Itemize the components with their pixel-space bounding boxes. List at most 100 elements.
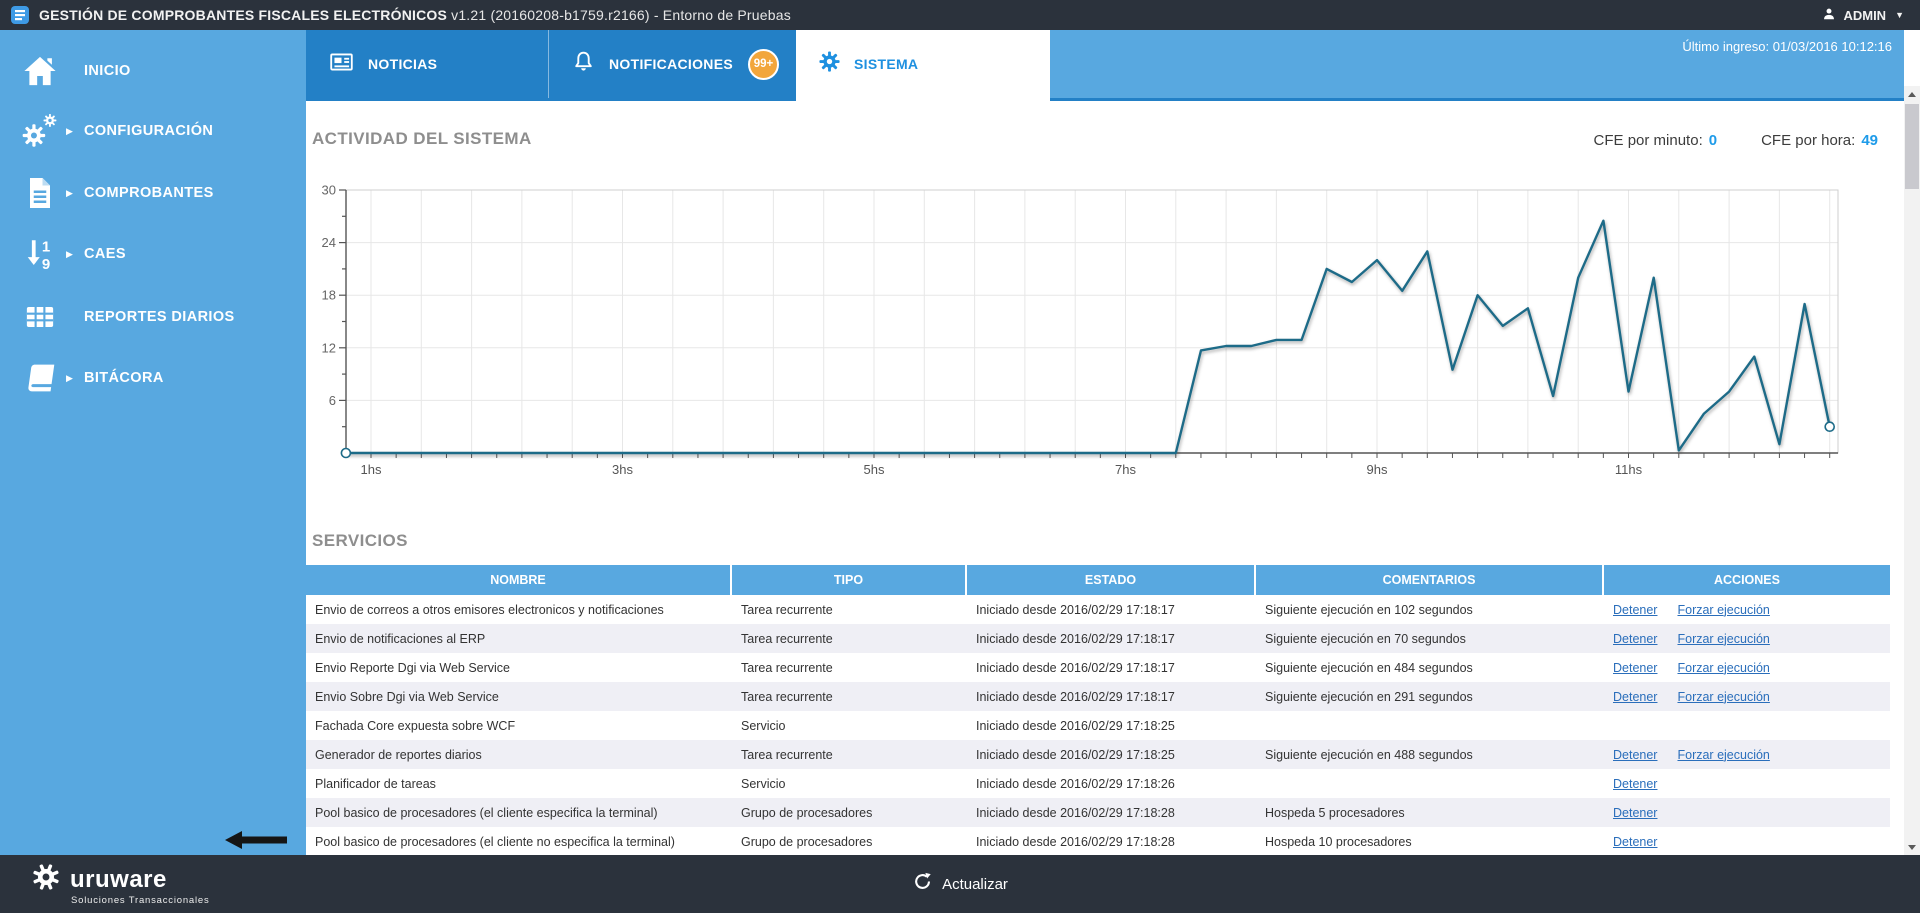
cell-comentarios: Siguiente ejecución en 488 segundos (1256, 740, 1604, 769)
cell-acciones (1604, 711, 1890, 740)
table-row: Pool basico de procesadores (el cliente … (306, 798, 1890, 827)
table-row: Fachada Core expuesta sobre WCFServicioI… (306, 711, 1890, 740)
scrollbar-thumb[interactable] (1905, 104, 1919, 189)
svg-text:1: 1 (42, 239, 50, 256)
cell-estado: Iniciado desde 2016/02/29 17:18:25 (967, 711, 1256, 740)
sidebar-item-configuraci-n[interactable]: ▶ CONFIGURACIÓN (0, 108, 306, 154)
tab-notificaciones[interactable]: NOTIFICACIONES 99+ (548, 30, 796, 98)
gears-icon (14, 113, 66, 149)
cell-acciones: Detener Forzar ejecución (1604, 740, 1890, 769)
sidebar-item-label: BITÁCORA (84, 370, 164, 386)
user-menu[interactable]: ADMIN ▼ (1822, 7, 1904, 24)
forzar-ejecucion-link[interactable]: Forzar ejecución (1677, 603, 1769, 617)
sidebar-item-comprobantes[interactable]: ▶ COMPROBANTES (0, 170, 306, 216)
svg-text:30: 30 (322, 183, 336, 198)
cell-comentarios: Siguiente ejecución en 484 segundos (1256, 653, 1604, 682)
user-name: ADMIN (1843, 8, 1886, 23)
sidebar-item-label: COMPROBANTES (84, 185, 214, 201)
detener-link[interactable]: Detener (1613, 806, 1657, 820)
forzar-ejecucion-link[interactable]: Forzar ejecución (1677, 748, 1769, 762)
column-header-tipo: TIPO (732, 565, 967, 595)
chevron-down-icon: ▼ (1895, 10, 1904, 20)
cell-acciones: Detener (1604, 827, 1890, 855)
cell-comentarios (1256, 711, 1604, 740)
column-header-estado: ESTADO (967, 565, 1256, 595)
tab-noticias[interactable]: NOTICIAS (306, 30, 548, 98)
sidebar-item-caes[interactable]: 19 ▶ CAES (0, 231, 306, 277)
forzar-ejecucion-link[interactable]: Forzar ejecución (1677, 632, 1769, 646)
brand-tagline: Soluciones Transaccionales (71, 895, 210, 906)
cell-tipo: Grupo de procesadores (732, 798, 967, 827)
svg-text:18: 18 (322, 288, 336, 303)
cell-nombre: Envio Sobre Dgi via Web Service (306, 682, 732, 711)
cell-estado: Iniciado desde 2016/02/29 17:18:28 (967, 798, 1256, 827)
sidebar-item-bit-cora[interactable]: ▶ BITÁCORA (0, 355, 306, 401)
detener-link[interactable]: Detener (1613, 632, 1657, 646)
table-row: Envio Reporte Dgi via Web ServiceTarea r… (306, 653, 1890, 682)
expand-arrow-icon: ▶ (66, 188, 84, 199)
footer-bar: uruware Soluciones Transaccionales Actua… (0, 855, 1920, 913)
sidebar: INICIO ▶ CONFIGURACIÓN ▶ COMPROBANTES 19… (0, 30, 306, 855)
svg-text:12: 12 (322, 340, 336, 355)
book-icon (14, 362, 66, 394)
tab-bar-filler: Último ingreso: 01/03/2016 10:12:16 (1050, 30, 1904, 98)
detener-link[interactable]: Detener (1613, 748, 1657, 762)
cell-tipo: Tarea recurrente (732, 624, 967, 653)
services-section-title: SERVICIOS (312, 531, 408, 551)
cell-tipo: Grupo de procesadores (732, 827, 967, 855)
app-version: v1.21 (20160208-b1759.r2166) - Entorno d… (451, 7, 791, 23)
table-header-row: NOMBRETIPOESTADOCOMENTARIOSACCIONES (306, 565, 1890, 595)
home-icon (14, 54, 66, 88)
cell-acciones: Detener Forzar ejecución (1604, 624, 1890, 653)
table-row: Envio de correos a otros emisores electr… (306, 595, 1890, 624)
cell-estado: Iniciado desde 2016/02/29 17:18:25 (967, 740, 1256, 769)
chevron-up-icon (1908, 92, 1916, 97)
detener-link[interactable]: Detener (1613, 777, 1657, 791)
refresh-icon (912, 871, 933, 897)
cell-estado: Iniciado desde 2016/02/29 17:18:17 (967, 624, 1256, 653)
detener-link[interactable]: Detener (1613, 690, 1657, 704)
cell-comentarios: Siguiente ejecución en 102 segundos (1256, 595, 1604, 624)
activity-chart: 6121824301hs3hs5hs7hs9hs11hs (306, 130, 1904, 485)
sort-numeric-icon: 19 (14, 237, 66, 271)
cell-tipo: Servicio (732, 711, 967, 740)
scroll-up-button[interactable] (1904, 86, 1920, 102)
cell-comentarios: Hospeda 5 procesadores (1256, 798, 1604, 827)
main-content: ACTIVIDAD DEL SISTEMA CFE por minuto:0 C… (306, 101, 1904, 855)
refresh-button[interactable]: Actualizar (912, 855, 1008, 913)
cell-comentarios: Siguiente ejecución en 291 segundos (1256, 682, 1604, 711)
svg-text:6: 6 (329, 393, 336, 408)
forzar-ejecucion-link[interactable]: Forzar ejecución (1677, 690, 1769, 704)
brand-gear-icon (30, 861, 62, 898)
detener-link[interactable]: Detener (1613, 661, 1657, 675)
cell-comentarios: Hospeda 10 procesadores (1256, 827, 1604, 855)
app-window: GESTIÓN DE COMPROBANTES FISCALES ELECTRÓ… (0, 0, 1920, 913)
activity-line-series (346, 221, 1830, 453)
collapse-sidebar-arrow[interactable] (225, 830, 287, 850)
vertical-scrollbar[interactable] (1904, 86, 1920, 855)
cell-nombre: Pool basico de procesadores (el cliente … (306, 798, 732, 827)
cell-estado: Iniciado desde 2016/02/29 17:18:17 (967, 682, 1256, 711)
services-table: NOMBRETIPOESTADOCOMENTARIOSACCIONES Envi… (306, 565, 1890, 855)
cell-acciones: Detener Forzar ejecución (1604, 595, 1890, 624)
cell-estado: Iniciado desde 2016/02/29 17:18:26 (967, 769, 1256, 798)
expand-arrow-icon: ▶ (66, 126, 84, 137)
cell-tipo: Tarea recurrente (732, 740, 967, 769)
tab-bar: NOTICIAS NOTIFICACIONES 99+ SISTEMA Últi… (306, 30, 1904, 98)
cell-estado: Iniciado desde 2016/02/29 17:18:17 (967, 595, 1256, 624)
scroll-down-button[interactable] (1904, 839, 1920, 855)
app-title: GESTIÓN DE COMPROBANTES FISCALES ELECTRÓ… (39, 7, 791, 23)
chevron-down-icon (1908, 845, 1916, 850)
sidebar-item-inicio[interactable]: INICIO (0, 48, 306, 94)
tab-sistema[interactable]: SISTEMA (796, 30, 1050, 98)
detener-link[interactable]: Detener (1613, 835, 1657, 849)
sidebar-item-reportes-diarios[interactable]: REPORTES DIARIOS (0, 294, 306, 340)
newspaper-icon (328, 49, 355, 80)
expand-arrow-icon: ▶ (66, 373, 84, 384)
tab-label: SISTEMA (854, 56, 918, 72)
forzar-ejecucion-link[interactable]: Forzar ejecución (1677, 661, 1769, 675)
last-login-text: Último ingreso: 01/03/2016 10:12:16 (1682, 39, 1892, 54)
brand-name: uruware (70, 866, 167, 894)
detener-link[interactable]: Detener (1613, 603, 1657, 617)
svg-text:3hs: 3hs (612, 462, 633, 477)
